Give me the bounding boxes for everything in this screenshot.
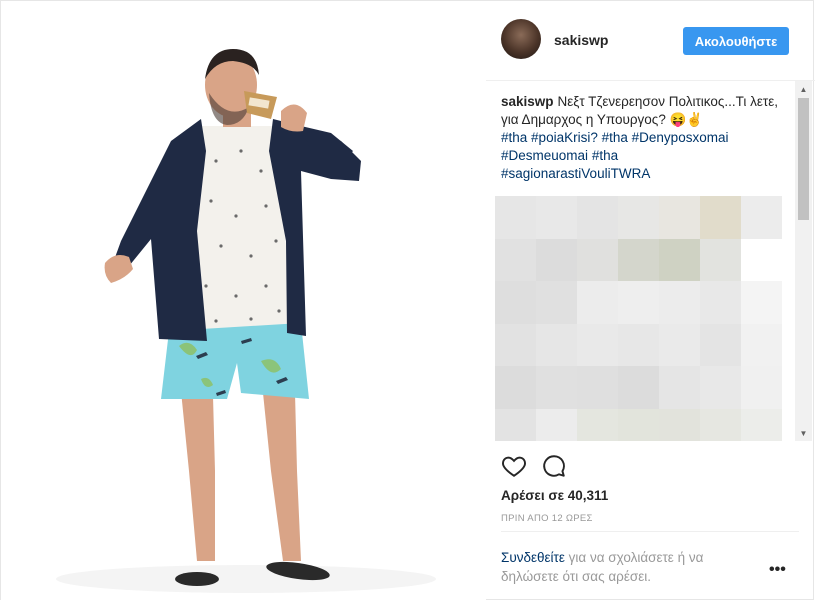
comments-area[interactable]: sakiswp Νεξτ Τζενερεησον Πολιτικος...Τι λ… bbox=[486, 81, 815, 441]
caption: sakiswp Νεξτ Τζενερεησον Πολιτικος...Τι λ… bbox=[501, 93, 786, 183]
hashtag[interactable]: #Desmeuomai bbox=[501, 148, 588, 163]
caption-username[interactable]: sakiswp bbox=[501, 94, 554, 109]
triangle-up-icon[interactable]: ▲ bbox=[795, 81, 812, 97]
divider bbox=[501, 531, 799, 532]
post-timestamp[interactable]: ΠΡΙΝ ΑΠΟ 12 ΩΡΕΣ bbox=[501, 513, 593, 524]
comments-scrollbar[interactable]: ▲ ▼ bbox=[795, 81, 812, 441]
instagram-post: sakiswp Ακολουθήστε sakiswp Νεξτ Τζενερεη… bbox=[0, 0, 815, 601]
follow-button[interactable]: Ακολουθήστε bbox=[683, 27, 789, 55]
post-photo[interactable] bbox=[1, 1, 486, 601]
avatar[interactable] bbox=[501, 19, 541, 59]
pixelated-redaction bbox=[495, 196, 782, 441]
login-prompt: Συνδεθείτε για να σχολιάσετε ή να δηλώσε… bbox=[501, 548, 741, 586]
speech-bubble-icon[interactable] bbox=[541, 453, 567, 479]
hashtag[interactable]: #poiaKrisi? bbox=[531, 130, 598, 145]
man-drinking-coffee-illustration bbox=[56, 49, 436, 593]
hashtag[interactable]: #Denyposxomai bbox=[632, 130, 729, 145]
caption-emoji: 😝✌ bbox=[669, 112, 704, 127]
hashtag[interactable]: #tha bbox=[501, 130, 527, 145]
likes-count[interactable]: Αρέσει σε 40,311 bbox=[501, 488, 608, 503]
ellipsis-icon[interactable]: ••• bbox=[769, 561, 786, 579]
post-header: sakiswp Ακολουθήστε bbox=[486, 1, 815, 81]
hashtag[interactable]: #sagionarastiVouliTWRA bbox=[501, 166, 650, 181]
scrollbar-thumb[interactable] bbox=[798, 98, 809, 220]
login-link[interactable]: Συνδεθείτε bbox=[501, 550, 565, 565]
hashtag[interactable]: #tha bbox=[602, 130, 628, 145]
triangle-down-icon[interactable]: ▼ bbox=[795, 425, 812, 441]
header-username[interactable]: sakiswp bbox=[554, 32, 608, 48]
heart-outline-icon[interactable] bbox=[501, 453, 527, 479]
hashtag[interactable]: #tha bbox=[592, 148, 618, 163]
post-side-panel: sakiswp Ακολουθήστε sakiswp Νεξτ Τζενερεη… bbox=[486, 1, 815, 601]
